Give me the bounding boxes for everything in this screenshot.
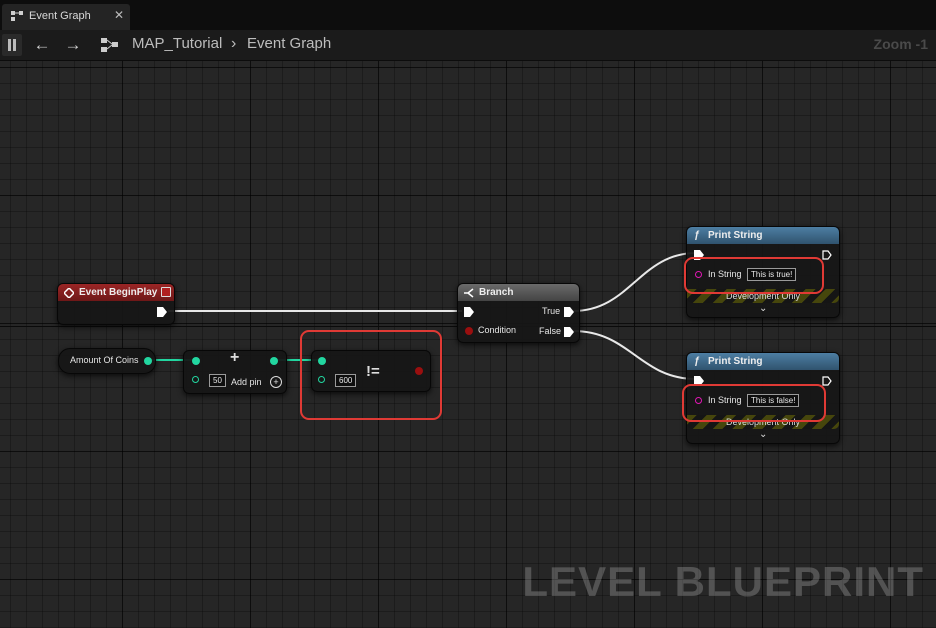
highlight-print-true-string xyxy=(684,257,824,294)
chevron-down-icon[interactable]: ⌄ xyxy=(759,303,767,314)
true-exec-pin[interactable] xyxy=(564,307,574,317)
print-false-title: Print String xyxy=(708,356,763,367)
branch-exec-in-pin[interactable] xyxy=(464,307,474,317)
exec-wire-false-print xyxy=(572,330,697,380)
exec-wire-true-print xyxy=(572,252,697,312)
add-pin-plus-icon[interactable]: + xyxy=(270,376,282,388)
false-label: False xyxy=(539,326,562,336)
event-icon xyxy=(64,288,74,298)
highlight-print-false-string xyxy=(682,384,826,422)
event-beginplay-title: Event BeginPlay xyxy=(79,287,158,298)
add-in-pin-a[interactable] xyxy=(192,357,200,365)
print-true-exec-out[interactable] xyxy=(822,250,832,260)
print-false-header: ƒ Print String xyxy=(687,353,839,370)
print-true-title: Print String xyxy=(708,230,763,241)
amount-of-coins-label: Amount Of Coins xyxy=(70,355,139,365)
true-label: True xyxy=(542,306,561,316)
add-symbol: + xyxy=(230,349,240,366)
condition-label: Condition xyxy=(478,325,517,335)
exec-out-pin[interactable] xyxy=(157,307,167,317)
add-pin-label[interactable]: Add pin xyxy=(231,377,262,387)
add-value-field[interactable]: 50 xyxy=(209,374,226,387)
delegate-pin[interactable] xyxy=(161,287,171,297)
branch-icon xyxy=(464,288,474,298)
branch-title: Branch xyxy=(479,287,514,298)
add-node[interactable]: + 50 Add pin + xyxy=(183,349,287,394)
function-icon: ƒ xyxy=(694,230,700,241)
amount-of-coins-node[interactable]: Amount Of Coins xyxy=(58,348,156,374)
event-beginplay-node[interactable]: Event BeginPlay xyxy=(57,283,175,325)
add-in-pin-b[interactable] xyxy=(192,376,199,383)
event-beginplay-header: Event BeginPlay xyxy=(58,284,174,301)
level-blueprint-watermark: LEVEL BLUEPRINT xyxy=(522,558,924,605)
print-true-header: ƒ Print String xyxy=(687,227,839,244)
chevron-down-icon[interactable]: ⌄ xyxy=(759,429,767,440)
branch-node[interactable]: Branch Condition True False xyxy=(457,283,580,343)
branch-header: Branch xyxy=(458,284,579,301)
add-out-pin[interactable] xyxy=(270,357,278,365)
print-false-exec-out[interactable] xyxy=(822,376,832,386)
highlight-not-equal xyxy=(300,330,442,420)
coins-out-pin[interactable] xyxy=(144,357,152,365)
false-exec-pin[interactable] xyxy=(564,327,574,337)
condition-pin[interactable] xyxy=(465,327,473,335)
function-icon: ƒ xyxy=(694,356,700,367)
